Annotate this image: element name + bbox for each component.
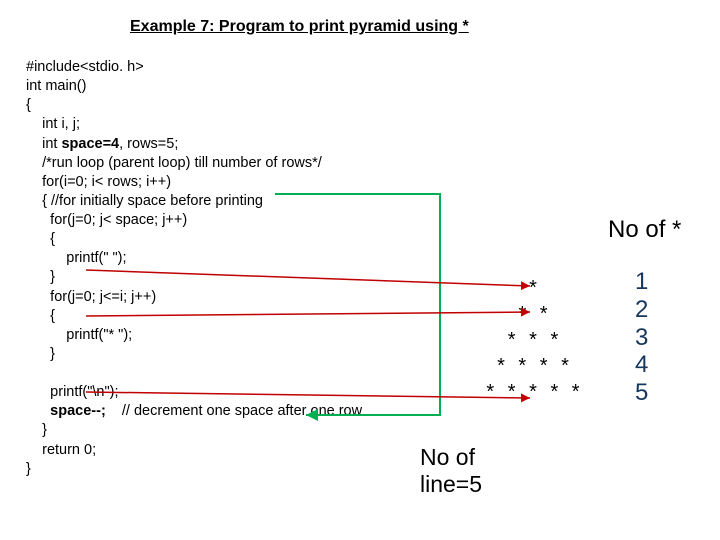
label-no-of-star: No of * bbox=[608, 216, 681, 244]
code-line: printf("\n"); bbox=[26, 384, 118, 400]
numbers-column: 1 2 3 4 5 bbox=[635, 268, 648, 407]
slide-title: Example 7: Program to print pyramid usin… bbox=[130, 18, 469, 36]
pyramid-row: * * * * bbox=[450, 353, 620, 379]
code-line: /*run loop (parent loop) till number of … bbox=[26, 155, 322, 171]
code-line: { bbox=[26, 97, 31, 113]
pyramid-output: * * * * * * * * * * * * * * * bbox=[450, 275, 620, 405]
code-line: printf(" "); bbox=[26, 250, 127, 266]
label-line: line=5 bbox=[420, 471, 482, 497]
code-line: int bbox=[26, 136, 61, 152]
code-line: } bbox=[26, 269, 55, 285]
code-line bbox=[26, 403, 50, 419]
number-item: 4 bbox=[635, 351, 648, 379]
label-no-of-lines: No of line=5 bbox=[420, 444, 482, 498]
code-line: } bbox=[26, 346, 55, 362]
code-highlight: space=4 bbox=[61, 136, 119, 152]
pyramid-row: * * * bbox=[450, 327, 620, 353]
code-line: // decrement one space after one row bbox=[106, 403, 362, 419]
code-line: for(j=0; j< space; j++) bbox=[26, 212, 187, 228]
code-line: } bbox=[26, 461, 31, 477]
code-line: for(j=0; j<=i; j++) bbox=[26, 289, 156, 305]
code-line: for(i=0; i< rows; i++) bbox=[26, 174, 171, 190]
code-line: , rows=5; bbox=[119, 136, 178, 152]
code-line: } bbox=[26, 422, 47, 438]
code-block: #include<stdio. h> int main() { int i, j… bbox=[26, 58, 362, 479]
code-line: { bbox=[26, 231, 55, 247]
code-line: int i, j; bbox=[26, 116, 80, 132]
pyramid-row: * bbox=[450, 275, 620, 301]
code-line: return 0; bbox=[26, 442, 96, 458]
pyramid-row: * * * * * bbox=[450, 379, 620, 405]
code-highlight: space--; bbox=[50, 403, 106, 419]
code-line: printf("* "); bbox=[26, 327, 132, 343]
code-line: #include<stdio. h> bbox=[26, 59, 144, 75]
code-line: int main() bbox=[26, 78, 86, 94]
pyramid-row: * * bbox=[450, 301, 620, 327]
number-item: 2 bbox=[635, 296, 648, 324]
number-item: 5 bbox=[635, 379, 648, 407]
number-item: 3 bbox=[635, 324, 648, 352]
code-line: { //for initially space before printing bbox=[26, 193, 263, 209]
label-line: No of bbox=[420, 444, 475, 470]
number-item: 1 bbox=[635, 268, 648, 296]
code-line: { bbox=[26, 308, 55, 324]
